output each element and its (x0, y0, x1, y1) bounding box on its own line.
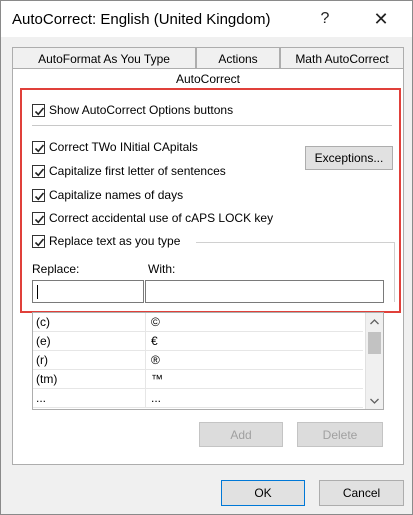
replace-cell: (r) (33, 351, 146, 370)
list-item[interactable]: ... ... (33, 389, 363, 408)
with-cell: ™ (151, 372, 163, 386)
title-bar: AutoCorrect: English (United Kingdom) ? … (1, 1, 412, 37)
replace-cell: (tm) (33, 370, 146, 389)
list-item[interactable]: (tm) ™ (33, 370, 363, 389)
with-cell: ® (151, 353, 160, 367)
with-cell: © (151, 315, 160, 329)
replace-cell: (c) (33, 313, 146, 332)
autocorrect-list[interactable]: (c) © (e) € (r) ® (tm) ™ ... ... (32, 312, 384, 410)
help-icon: ? (320, 10, 330, 27)
scroll-down-button[interactable] (366, 392, 383, 409)
scroll-up-button[interactable] (366, 313, 383, 330)
highlight-box (20, 88, 401, 313)
list-item[interactable]: (r) ® (33, 351, 363, 370)
tab-autoformat-as-you-type[interactable]: AutoFormat As You Type (12, 47, 196, 69)
close-icon: ✕ (373, 8, 389, 29)
tab-actions[interactable]: Actions (196, 47, 280, 69)
autocorrect-dialog: AutoCorrect: English (United Kingdom) ? … (0, 0, 413, 515)
with-cell: ... (151, 391, 162, 405)
window-title: AutoCorrect: English (United Kingdom) (12, 11, 271, 28)
help-button[interactable]: ? (305, 1, 345, 37)
list-scrollbar[interactable] (365, 313, 383, 409)
chevron-down-icon (370, 398, 379, 404)
chevron-up-icon (370, 318, 379, 324)
tab-math-autocorrect[interactable]: Math AutoCorrect (280, 47, 404, 69)
with-cell: € (151, 334, 158, 348)
cancel-button[interactable]: Cancel (319, 480, 404, 506)
delete-button[interactable]: Delete (297, 422, 383, 447)
list-item[interactable]: (e) € (33, 332, 363, 351)
add-button[interactable]: Add (199, 422, 283, 447)
replace-cell: ... (33, 389, 146, 408)
close-button[interactable]: ✕ (361, 1, 401, 37)
list-item[interactable]: (c) © (33, 313, 363, 332)
tab-autocorrect[interactable]: AutoCorrect (12, 68, 404, 88)
ok-button[interactable]: OK (221, 480, 305, 506)
scroll-thumb[interactable] (368, 332, 381, 354)
replace-cell: (e) (33, 332, 146, 351)
